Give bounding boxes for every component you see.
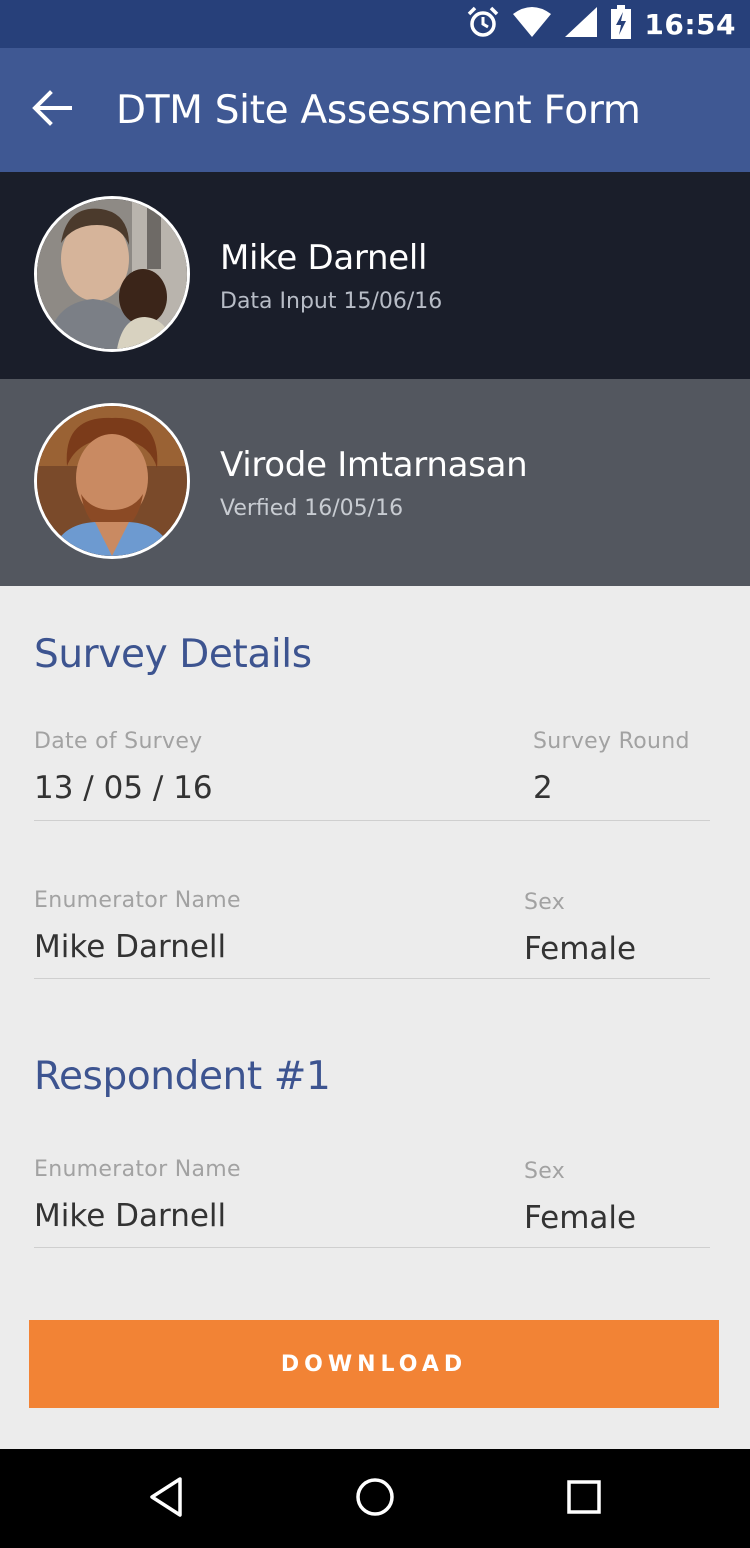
sex-label: Sex xyxy=(524,890,566,915)
back-triangle-icon xyxy=(146,1475,186,1524)
app-bar: DTM Site Assessment Form xyxy=(0,48,750,172)
section-title-respondent: Respondent #1 xyxy=(34,1054,331,1099)
wifi-icon xyxy=(512,6,552,43)
respondent-sex-label: Sex xyxy=(524,1159,566,1184)
person-row-verified[interactable]: Virode Imtarnasan Verfied 16/05/16 xyxy=(0,379,750,586)
home-circle-icon xyxy=(353,1475,397,1524)
nav-recents-button[interactable] xyxy=(556,1471,612,1527)
page-title: DTM Site Assessment Form xyxy=(116,88,641,133)
respondent-enumerator-name-field[interactable]: Mike Darnell xyxy=(34,1198,226,1234)
field-divider xyxy=(34,820,710,821)
enumerator-name-label: Enumerator Name xyxy=(34,888,241,913)
person-status: Data Input 15/06/16 xyxy=(220,289,443,314)
download-button[interactable]: DOWNLOAD xyxy=(29,1320,719,1408)
nav-home-button[interactable] xyxy=(347,1471,403,1527)
person-name: Virode Imtarnasan xyxy=(220,445,528,485)
status-time: 16:54 xyxy=(644,7,736,41)
field-divider xyxy=(34,1247,710,1248)
person-status: Verfied 16/05/16 xyxy=(220,496,404,521)
status-icons: 16:54 xyxy=(466,4,736,44)
nav-back-button[interactable] xyxy=(138,1471,194,1527)
signal-icon xyxy=(564,6,598,43)
back-button[interactable] xyxy=(26,84,78,136)
field-divider xyxy=(34,978,710,979)
avatar xyxy=(34,196,190,352)
recents-square-icon xyxy=(564,1477,604,1522)
person-row-data-input[interactable]: Mike Darnell Data Input 15/06/16 xyxy=(0,172,750,379)
avatar xyxy=(34,403,190,559)
date-of-survey-label: Date of Survey xyxy=(34,729,203,754)
survey-round-field[interactable]: 2 xyxy=(533,770,553,806)
survey-round-label: Survey Round xyxy=(533,729,690,754)
enumerator-name-field[interactable]: Mike Darnell xyxy=(34,929,226,965)
sex-field[interactable]: Female xyxy=(524,931,636,967)
date-of-survey-field[interactable]: 13 / 05 / 16 xyxy=(34,770,213,806)
battery-charging-icon xyxy=(610,4,632,44)
person-name: Mike Darnell xyxy=(220,238,428,278)
respondent-sex-field[interactable]: Female xyxy=(524,1200,636,1236)
section-title-survey-details: Survey Details xyxy=(34,632,312,677)
respondent-enumerator-name-label: Enumerator Name xyxy=(34,1157,241,1182)
arrow-left-icon xyxy=(32,89,72,131)
alarm-icon xyxy=(466,5,500,44)
status-bar: 16:54 xyxy=(0,0,750,48)
system-nav-bar xyxy=(0,1449,750,1548)
